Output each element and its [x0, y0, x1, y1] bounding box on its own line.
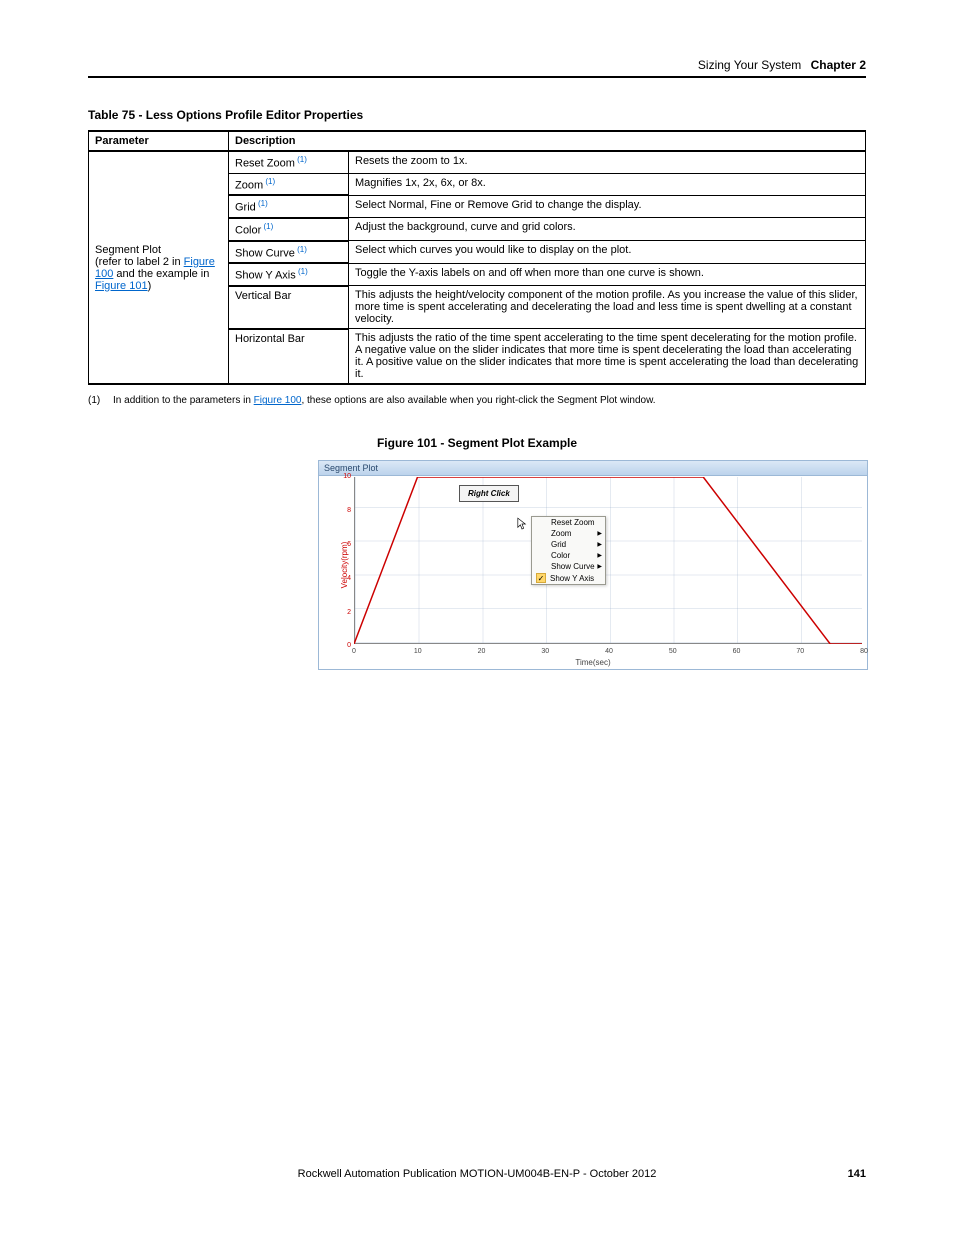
context-menu-label: Zoom [551, 529, 571, 538]
segment-plot-titlebar: Segment Plot [319, 461, 867, 476]
param-desc: Select which curves you would like to di… [349, 241, 866, 264]
param-name: Zoom (1) [229, 173, 349, 195]
rowgroup-label: Segment Plot(refer to label 2 in Figure … [89, 151, 229, 384]
x-tick: 0 [352, 648, 356, 655]
x-tick: 70 [796, 648, 804, 655]
y-tick: 8 [341, 507, 351, 514]
context-menu-item[interactable]: Grid ▶ [532, 539, 605, 550]
x-tick: 50 [669, 648, 677, 655]
y-tick: 0 [341, 642, 351, 649]
context-menu-label: Grid [551, 540, 566, 549]
segment-plot-panel: Segment Plot Velocity(rpm) Time(sec) 024… [318, 460, 868, 670]
context-menu-item[interactable]: Zoom ▶ [532, 528, 605, 539]
submenu-arrow-icon: ▶ [597, 552, 602, 559]
header-chapter: Chapter 2 [811, 58, 866, 72]
context-menu-label: Color [551, 551, 570, 560]
context-menu-label: Show Curve [551, 562, 595, 571]
submenu-arrow-icon: ▶ [597, 563, 602, 570]
x-tick: 40 [605, 648, 613, 655]
param-desc: Select Normal, Fine or Remove Grid to ch… [349, 195, 866, 218]
param-name: Show Curve (1) [229, 241, 349, 264]
param-desc: This adjusts the ratio of the time spent… [349, 329, 866, 385]
context-menu-item[interactable]: Reset Zoom [532, 517, 605, 528]
x-tick: 30 [541, 648, 549, 655]
param-name: Grid (1) [229, 195, 349, 218]
y-tick: 2 [341, 609, 351, 616]
param-desc: Resets the zoom to 1x. [349, 151, 866, 173]
submenu-arrow-icon: ▶ [597, 530, 602, 537]
y-tick: 10 [341, 473, 351, 480]
submenu-arrow-icon: ▶ [597, 541, 602, 548]
context-menu-item[interactable]: Show Curve▶ [532, 561, 605, 572]
page-footer: Rockwell Automation Publication MOTION-U… [88, 1168, 866, 1180]
y-tick: 6 [341, 541, 351, 548]
param-desc: This adjusts the height/velocity compone… [349, 286, 866, 329]
context-menu[interactable]: Reset ZoomZoom▶Grid▶Color▶Show Curve▶✓Sh… [531, 516, 606, 585]
page-header: Sizing Your System Chapter 2 [88, 58, 866, 78]
param-name: Show Y Axis (1) [229, 263, 349, 286]
context-menu-item[interactable]: ✓ Show Y Axis [532, 572, 605, 584]
table-footnote: (1) In addition to the parameters in Fig… [88, 395, 866, 406]
param-name: Color (1) [229, 218, 349, 241]
param-desc: Adjust the background, curve and grid co… [349, 218, 866, 241]
x-tick: 60 [733, 648, 741, 655]
param-name: Reset Zoom (1) [229, 151, 349, 173]
th-description: Description [229, 131, 866, 151]
footer-publication: Rockwell Automation Publication MOTION-U… [298, 1168, 657, 1180]
param-desc: Toggle the Y-axis labels on and off when… [349, 263, 866, 286]
properties-table: Parameter Description Segment Plot(refer… [88, 130, 866, 385]
x-axis-label: Time(sec) [575, 658, 610, 667]
table-title: Table 75 - Less Options Profile Editor P… [88, 108, 866, 122]
cursor-icon [517, 517, 527, 531]
right-click-callout: Right Click [459, 485, 519, 502]
figure-101-link[interactable]: Figure 101 [95, 280, 148, 292]
header-section: Sizing Your System [698, 58, 801, 72]
x-tick: 80 [860, 648, 868, 655]
footer-page: 141 [848, 1168, 866, 1180]
context-menu-label: Show Y Axis [550, 574, 594, 583]
param-name: Horizontal Bar [229, 329, 349, 385]
footnote-pre: In addition to the parameters in [113, 395, 254, 406]
param-name: Vertical Bar [229, 286, 349, 329]
figure-title: Figure 101 - Segment Plot Example [88, 436, 866, 450]
x-tick: 20 [478, 648, 486, 655]
velocity-curve [354, 477, 862, 644]
param-desc: Magnifies 1x, 2x, 6x, or 8x. [349, 173, 866, 195]
x-tick: 10 [414, 648, 422, 655]
check-icon: ✓ [536, 573, 546, 583]
footnote-link[interactable]: Figure 100 [254, 395, 302, 406]
context-menu-item[interactable]: Color ▶ [532, 550, 605, 561]
footnote-post: , these options are also available when … [301, 395, 655, 406]
y-tick: 4 [341, 575, 351, 582]
th-parameter: Parameter [89, 131, 229, 151]
context-menu-label: Reset Zoom [551, 518, 595, 527]
footnote-num: (1) [88, 395, 100, 406]
